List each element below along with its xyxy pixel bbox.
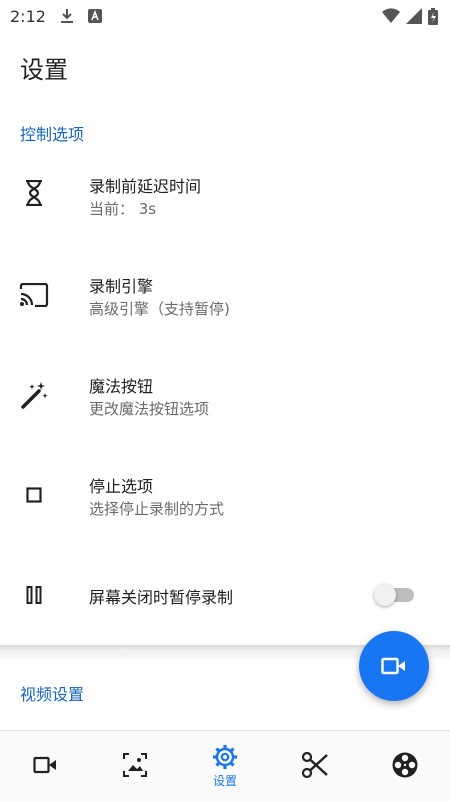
setting-record-delay[interactable]: 录制前延迟时间 当前： 3s (0, 145, 450, 245)
bottom-nav: 设置 (0, 730, 450, 801)
setting-summary: 选择停止录制的方式 (89, 500, 225, 518)
toggle-thumb (374, 584, 396, 606)
a-badge-icon (87, 9, 102, 23)
nav-item-screenshots[interactable] (90, 731, 180, 801)
nav-item-edit[interactable] (270, 731, 360, 801)
setting-title: 魔法按钮 (89, 377, 154, 396)
setting-summary: 当前： 3s (89, 200, 157, 218)
signal-icon (406, 8, 422, 24)
magic-wand-icon (18, 379, 50, 411)
setting-title: 录制前延迟时间 (89, 177, 202, 196)
videocam-icon (33, 756, 56, 774)
setting-title: 屏幕关闭时暂停录制 (89, 588, 234, 607)
setting-title: 录制引擎 (89, 277, 154, 296)
setting-stop-options[interactable]: 停止选项 选择停止录制的方式 (0, 445, 450, 545)
setting-magic-button[interactable]: 魔法按钮 更改魔法按钮选项 (0, 345, 450, 445)
nav-item-record[interactable] (0, 731, 90, 801)
hourglass-icon (18, 177, 50, 209)
pause-on-screen-off-toggle[interactable] (374, 584, 416, 606)
nav-item-settings[interactable]: 设置 (180, 731, 270, 801)
section-header-control-options: 控制选项 (20, 125, 85, 144)
scissors-icon (301, 751, 328, 779)
gear-icon (213, 744, 237, 769)
wifi-icon (382, 8, 400, 23)
setting-title: 停止选项 (89, 477, 154, 496)
film-reel-icon (392, 752, 418, 778)
page-title: 设置 (20, 56, 68, 84)
nav-item-media[interactable] (360, 731, 450, 801)
record-fab-button[interactable] (359, 631, 429, 701)
battery-icon (428, 7, 438, 25)
status-bar: 2:12 (0, 0, 450, 32)
videocam-icon (381, 657, 405, 675)
pause-icon (18, 579, 50, 611)
section-header-video-settings: 视频设置 (20, 685, 85, 704)
download-icon (60, 9, 73, 23)
status-time: 2:12 (10, 6, 46, 26)
cast-icon (18, 279, 50, 311)
stop-icon (18, 479, 50, 511)
nav-label-settings: 设置 (212, 773, 237, 788)
setting-summary: 高级引擎（支持暂停) (89, 300, 230, 318)
image-icon (123, 753, 147, 777)
setting-record-engine[interactable]: 录制引擎 高级引擎（支持暂停) (0, 245, 450, 345)
setting-summary: 更改魔法按钮选项 (89, 400, 210, 418)
